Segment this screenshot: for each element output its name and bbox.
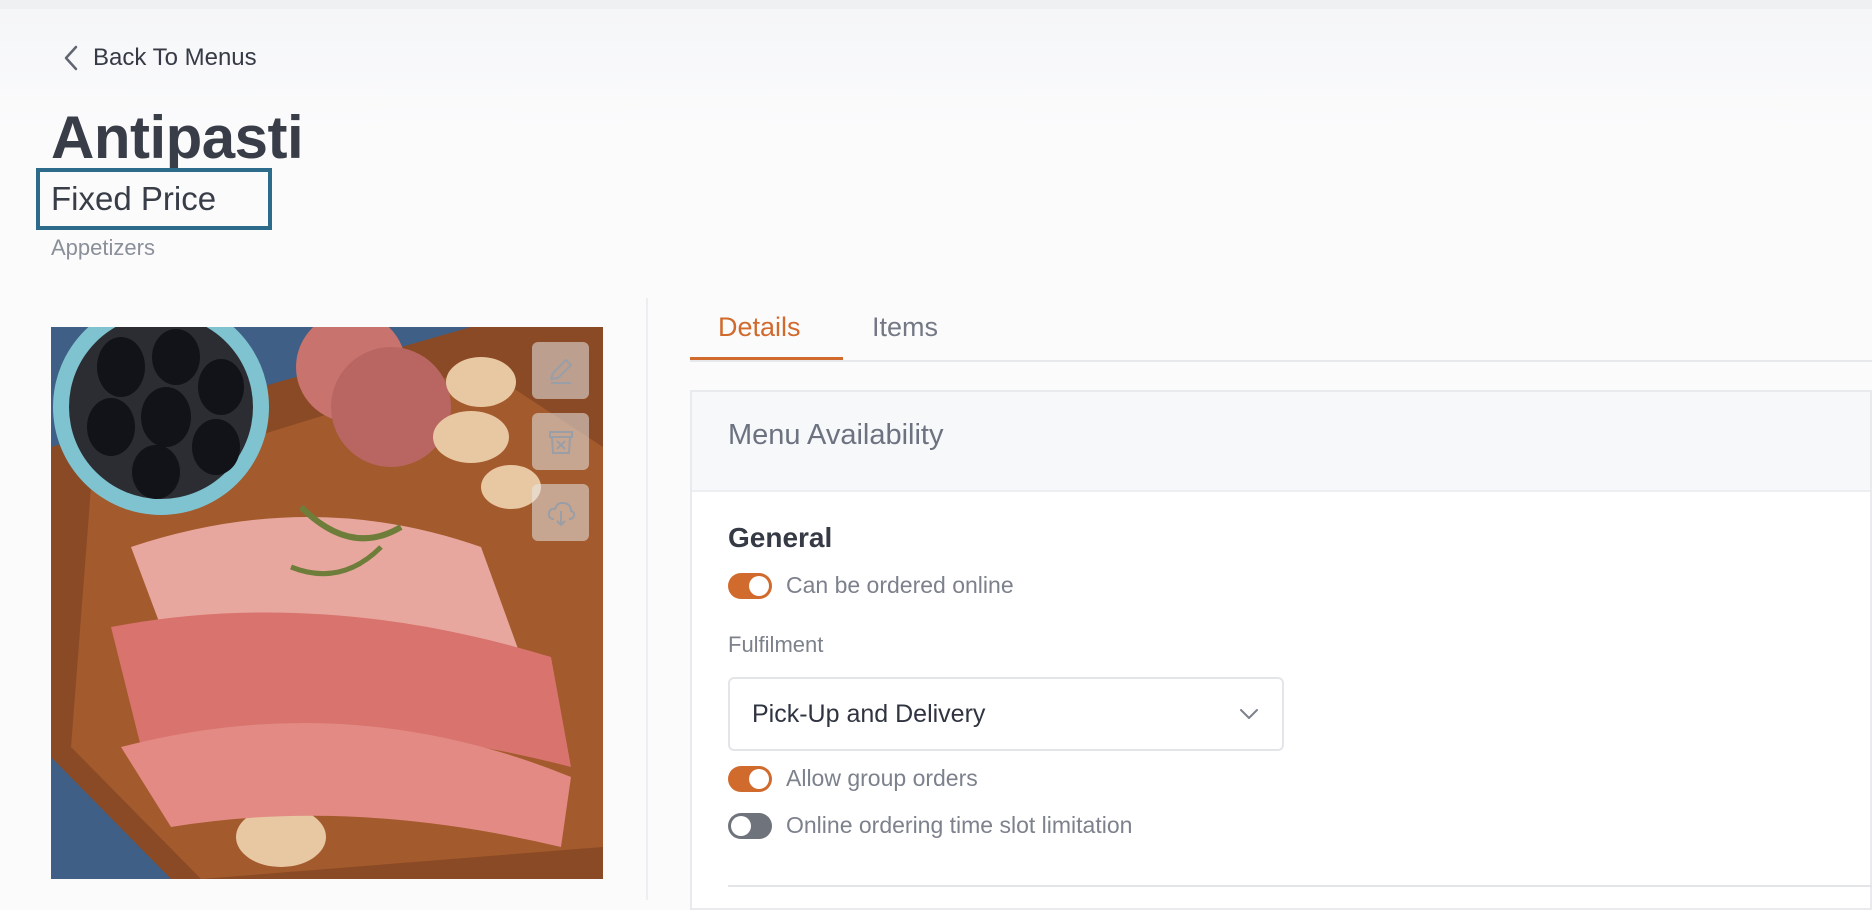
menu-photo: [51, 327, 603, 879]
fulfilment-label: Fulfilment: [728, 632, 824, 657]
can-order-online-label: Can be ordered online: [786, 572, 1014, 598]
tab-details[interactable]: Details: [718, 312, 801, 343]
card-header: Menu Availability: [692, 392, 1870, 492]
cloud-upload-icon: [547, 501, 575, 526]
vertical-divider: [646, 298, 648, 900]
active-tab-indicator: [690, 357, 843, 360]
detail-tabs: Details Items: [690, 300, 1872, 362]
menu-availability-card: Menu Availability General Can be ordered…: [690, 390, 1872, 910]
menu-category: Appetizers: [51, 235, 155, 260]
delete-icon: [548, 430, 573, 454]
edit-photo-button[interactable]: [532, 342, 589, 399]
can-order-online-row: Can be ordered online: [728, 572, 1014, 599]
fulfilment-select[interactable]: Pick-Up and Delivery: [728, 677, 1284, 751]
back-to-menus-link[interactable]: Back To Menus: [63, 44, 257, 72]
photo-action-buttons: [532, 342, 589, 541]
section-divider: [728, 885, 1872, 887]
time-slot-limit-row: Online ordering time slot limitation: [728, 812, 1132, 839]
menu-subtitle: Fixed Price: [51, 180, 217, 217]
can-order-online-toggle[interactable]: [728, 572, 772, 599]
upload-photo-button[interactable]: [532, 484, 589, 541]
card-header-title: Menu Availability: [728, 419, 944, 451]
group-orders-label: Allow group orders: [786, 765, 978, 791]
antipasti-platter-image: [51, 327, 603, 879]
time-slot-limit-toggle[interactable]: [728, 812, 772, 839]
top-bar: [0, 0, 1872, 9]
edit-icon: [549, 358, 572, 384]
back-link-label: Back To Menus: [93, 44, 257, 71]
menu-title: Antipasti: [51, 104, 304, 171]
chevron-down-icon: [1240, 709, 1258, 719]
group-orders-row: Allow group orders: [728, 765, 978, 792]
fulfilment-value: Pick-Up and Delivery: [752, 699, 986, 728]
delete-photo-button[interactable]: [532, 413, 589, 470]
time-slot-limit-label: Online ordering time slot limitation: [786, 812, 1133, 838]
group-orders-toggle[interactable]: [728, 765, 772, 792]
tab-items[interactable]: Items: [872, 312, 938, 343]
chevron-left-icon: [64, 45, 78, 71]
section-title-general: General: [728, 522, 833, 553]
